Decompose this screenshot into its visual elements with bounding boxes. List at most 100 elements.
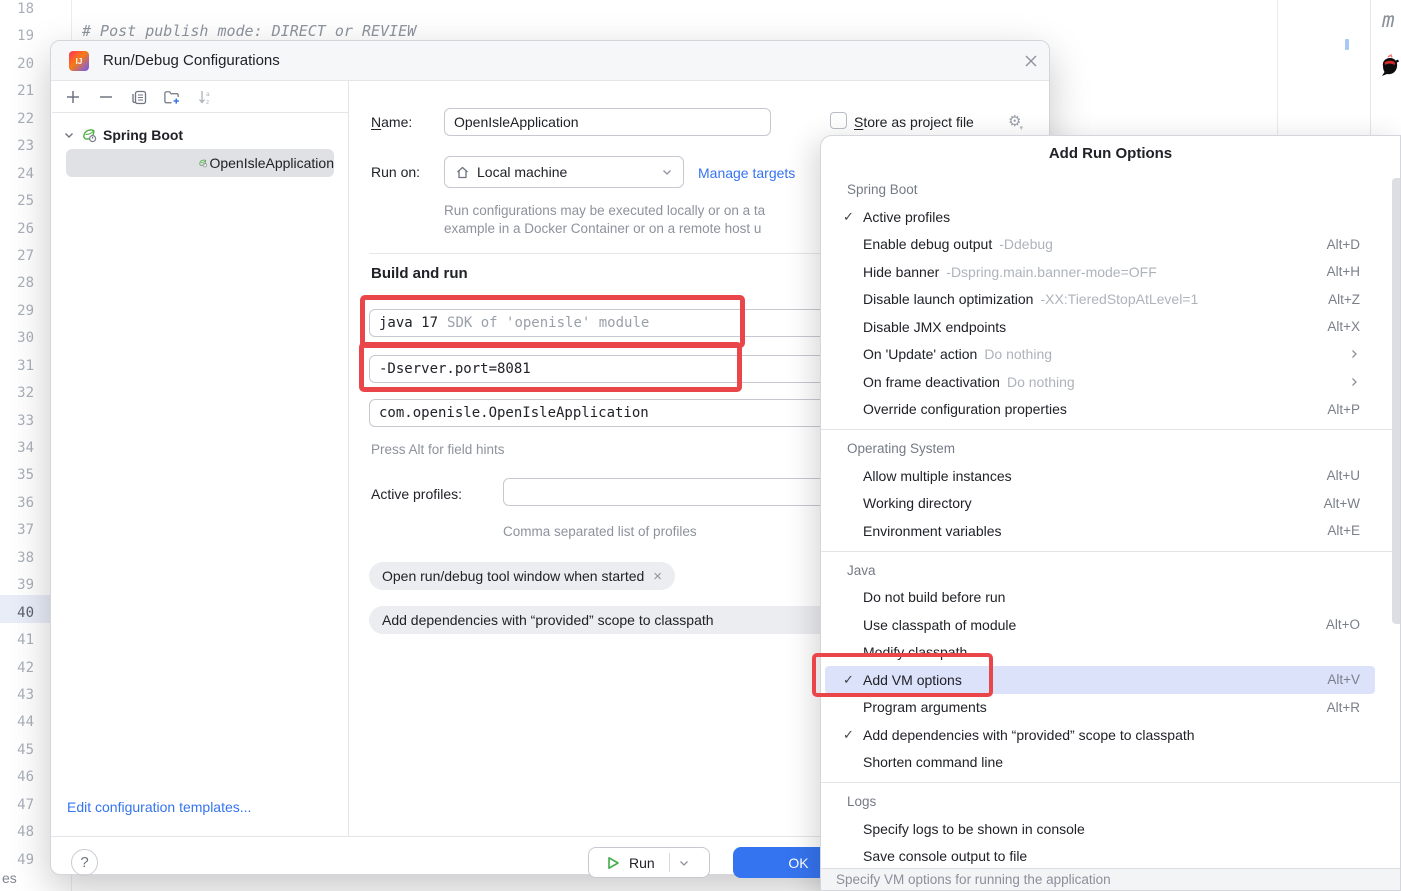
menu-item-label: Save console output to file (863, 848, 1027, 864)
right-pane-text-fragment: m (1382, 8, 1395, 32)
name-input[interactable]: OpenIsleApplication (444, 108, 771, 136)
menu-section-header: Operating System (821, 436, 1400, 462)
menu-item-label: Specify logs to be shown in console (863, 821, 1085, 837)
tag-open-run-tool-window[interactable]: Open run/debug tool window when started … (369, 562, 675, 590)
edit-configuration-templates-link[interactable]: Edit configuration templates... (67, 799, 251, 815)
menu-item-label: Allow multiple instances (863, 468, 1012, 484)
menu-item[interactable]: Use classpath of module Alt+O (825, 611, 1375, 639)
menu-item-hint: Do nothing (1007, 374, 1075, 390)
line-number: 44 (0, 709, 40, 736)
menu-item-shortcut: Alt+Z (1328, 292, 1360, 307)
menu-item[interactable]: Working directoryAlt+W (825, 490, 1375, 518)
line-number: 42 (0, 655, 40, 682)
menu-item-label: Program arguments (863, 699, 987, 715)
line-number: 48 (0, 819, 40, 846)
menu-item-label: Hide banner (863, 264, 939, 280)
add-configuration-icon[interactable] (64, 88, 82, 106)
tag-label: Open run/debug tool window when started (382, 568, 644, 584)
intellij-logo-icon: IJ (69, 51, 89, 71)
line-number: 18 (0, 0, 40, 23)
menu-item[interactable]: Do not build before run (825, 584, 1375, 612)
menu-item[interactable]: Specify logs to be shown in console (825, 815, 1375, 843)
scrollbar-marker (1345, 39, 1349, 50)
tree-item-openisleapplication[interactable]: OpenIsleApplication (66, 149, 334, 177)
gear-icon[interactable]: ⚙ (1008, 112, 1025, 130)
line-number: 31 (0, 353, 40, 380)
menu-item[interactable]: Enable debug output-DdebugAlt+D (825, 231, 1375, 259)
run-button[interactable]: Run (588, 847, 710, 878)
menu-item-label: Disable JMX endpoints (863, 319, 1006, 335)
menu-item-shortcut: Alt+O (1326, 617, 1360, 632)
new-folder-icon[interactable] (163, 88, 181, 106)
line-number: 32 (0, 380, 40, 407)
menu-divider (821, 429, 1400, 430)
store-as-project-file-checkbox[interactable] (830, 112, 847, 129)
menu-item-hint: -Dspring.main.banner-mode=OFF (946, 264, 1156, 280)
menu-item-hint: Do nothing (984, 346, 1052, 362)
menu-item[interactable]: ✓Add dependencies with “provided” scope … (825, 721, 1375, 749)
alt-hint-text: Press Alt for field hints (371, 441, 505, 459)
menu-item-shortcut: Alt+V (1327, 672, 1360, 687)
tree-item-spring-boot[interactable]: Spring Boot (63, 121, 183, 148)
line-number: 39 (0, 572, 40, 599)
run-on-value: Local machine (477, 164, 567, 180)
close-icon[interactable] (1023, 53, 1039, 69)
menu-item[interactable]: Disable launch optimization-XX:TieredSto… (825, 286, 1375, 314)
menu-item[interactable]: Disable JMX endpointsAlt+X (825, 313, 1375, 341)
menu-item[interactable]: Environment variablesAlt+E (825, 517, 1375, 545)
menu-item[interactable]: On frame deactivation Do nothing (825, 368, 1375, 396)
line-number: 41 (0, 627, 40, 654)
tag-add-provided-dependencies[interactable]: Add dependencies with “provided” scope t… (369, 606, 889, 634)
copy-configuration-icon[interactable] (130, 88, 148, 106)
menu-section-header: Java (821, 558, 1400, 584)
run-on-label: Run on: (371, 163, 420, 181)
line-number-gutter: 1819202122232425262728293031323334353637… (0, 0, 40, 874)
menu-item-hint: -Ddebug (999, 236, 1053, 252)
remove-tag-icon[interactable]: × (653, 568, 662, 585)
remove-configuration-icon[interactable] (97, 88, 115, 106)
chevron-down-icon[interactable] (678, 857, 690, 869)
menu-item[interactable]: Save console output to file (825, 843, 1375, 871)
menu-item-label: Add dependencies with “provided” scope t… (863, 727, 1195, 743)
menu-item[interactable]: Hide banner -Dspring.main.banner-mode=OFF… (825, 258, 1375, 286)
menu-item[interactable]: ✓Active profiles (825, 203, 1375, 231)
statusbar-text-fragment: es (2, 870, 17, 886)
menu-section-header: Logs (821, 789, 1400, 815)
menu-item[interactable]: ✓Add VM optionsAlt+V (825, 666, 1375, 694)
menu-item[interactable]: Override configuration propertiesAlt+P (825, 396, 1375, 424)
help-button[interactable]: ? (71, 849, 98, 876)
menu-item[interactable]: Shorten command line (825, 749, 1375, 777)
store-as-project-file-label: Store as project file (854, 113, 974, 131)
tree-item-label: OpenIsleApplication (209, 155, 334, 171)
run-on-select[interactable]: Local machine (444, 156, 684, 188)
checkmark-icon: ✓ (843, 209, 863, 225)
line-number: 45 (0, 737, 40, 764)
menu-item[interactable]: Allow multiple instances Alt+U (825, 462, 1375, 490)
line-number: 25 (0, 188, 40, 215)
sort-alphabetically-icon[interactable]: az (196, 88, 214, 106)
button-divider (669, 853, 670, 872)
menu-item-shortcut: Alt+U (1327, 468, 1360, 483)
menu-item-label: Use classpath of module (863, 617, 1016, 633)
line-number: 22 (0, 106, 40, 133)
menu-item-label: Environment variables (863, 523, 1002, 539)
manage-targets-link[interactable]: Manage targets (698, 164, 795, 182)
run-button-label: Run (629, 855, 655, 871)
svg-text:z: z (206, 99, 209, 106)
menu-item-label: On frame deactivation (863, 374, 1000, 390)
chevron-right-icon (1348, 376, 1360, 388)
dialog-titlebar: IJ Run/Debug Configurations (51, 41, 1049, 81)
menu-item-shortcut: Alt+R (1327, 700, 1360, 715)
line-number: 33 (0, 408, 40, 435)
jre-field-hint: SDK of 'openisle' module (447, 315, 649, 331)
tree-item-label: Spring Boot (103, 127, 183, 143)
menu-item[interactable]: On 'Update' actionDo nothing (825, 341, 1375, 369)
panel-divider (348, 81, 349, 836)
menu-item-label: Working directory (863, 495, 972, 511)
menu-item[interactable]: Program arguments Alt+R (825, 694, 1375, 722)
menu-item-shortcut: Alt+H (1327, 264, 1360, 279)
popup-scrollbar[interactable] (1392, 178, 1400, 624)
chevron-right-icon (1348, 348, 1360, 360)
menu-item[interactable]: Modify classpath (825, 639, 1375, 667)
spring-boot-icon (81, 127, 97, 143)
